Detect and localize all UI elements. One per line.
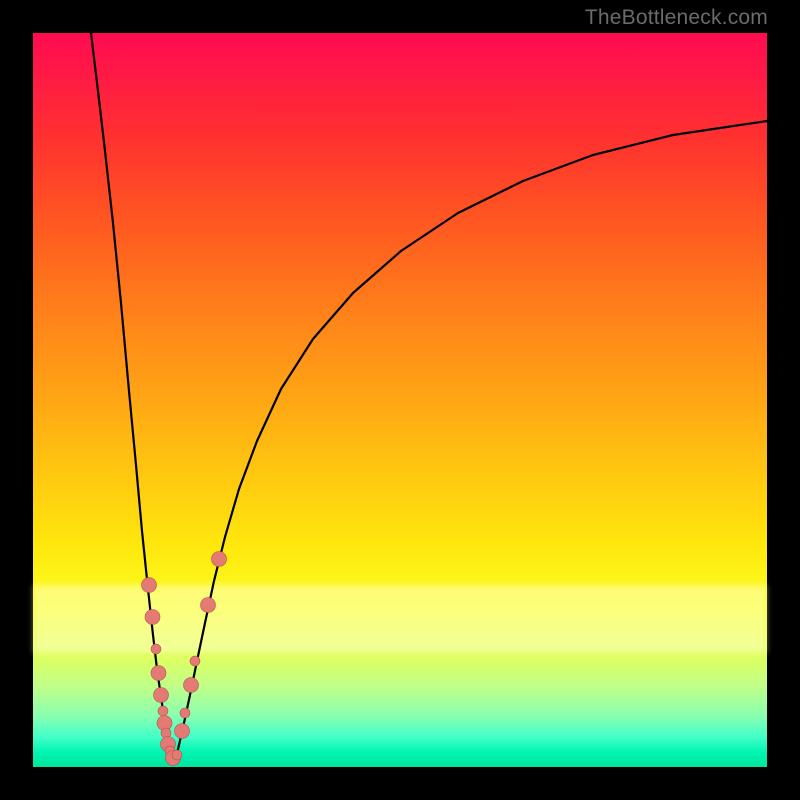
data-marker	[180, 708, 190, 718]
data-marker	[154, 688, 169, 703]
data-marker	[175, 724, 190, 739]
chart-frame: TheBottleneck.com	[0, 0, 800, 800]
data-marker	[151, 644, 161, 654]
data-marker	[142, 578, 157, 593]
data-marker	[184, 678, 199, 693]
data-marker	[145, 610, 160, 625]
plot-area	[33, 33, 767, 767]
data-markers	[33, 33, 767, 767]
data-marker	[158, 706, 168, 716]
data-marker	[190, 656, 200, 666]
watermark-text: TheBottleneck.com	[585, 6, 768, 30]
data-marker	[201, 598, 216, 613]
data-marker	[172, 750, 182, 760]
data-marker	[212, 552, 227, 567]
data-marker	[151, 666, 166, 681]
